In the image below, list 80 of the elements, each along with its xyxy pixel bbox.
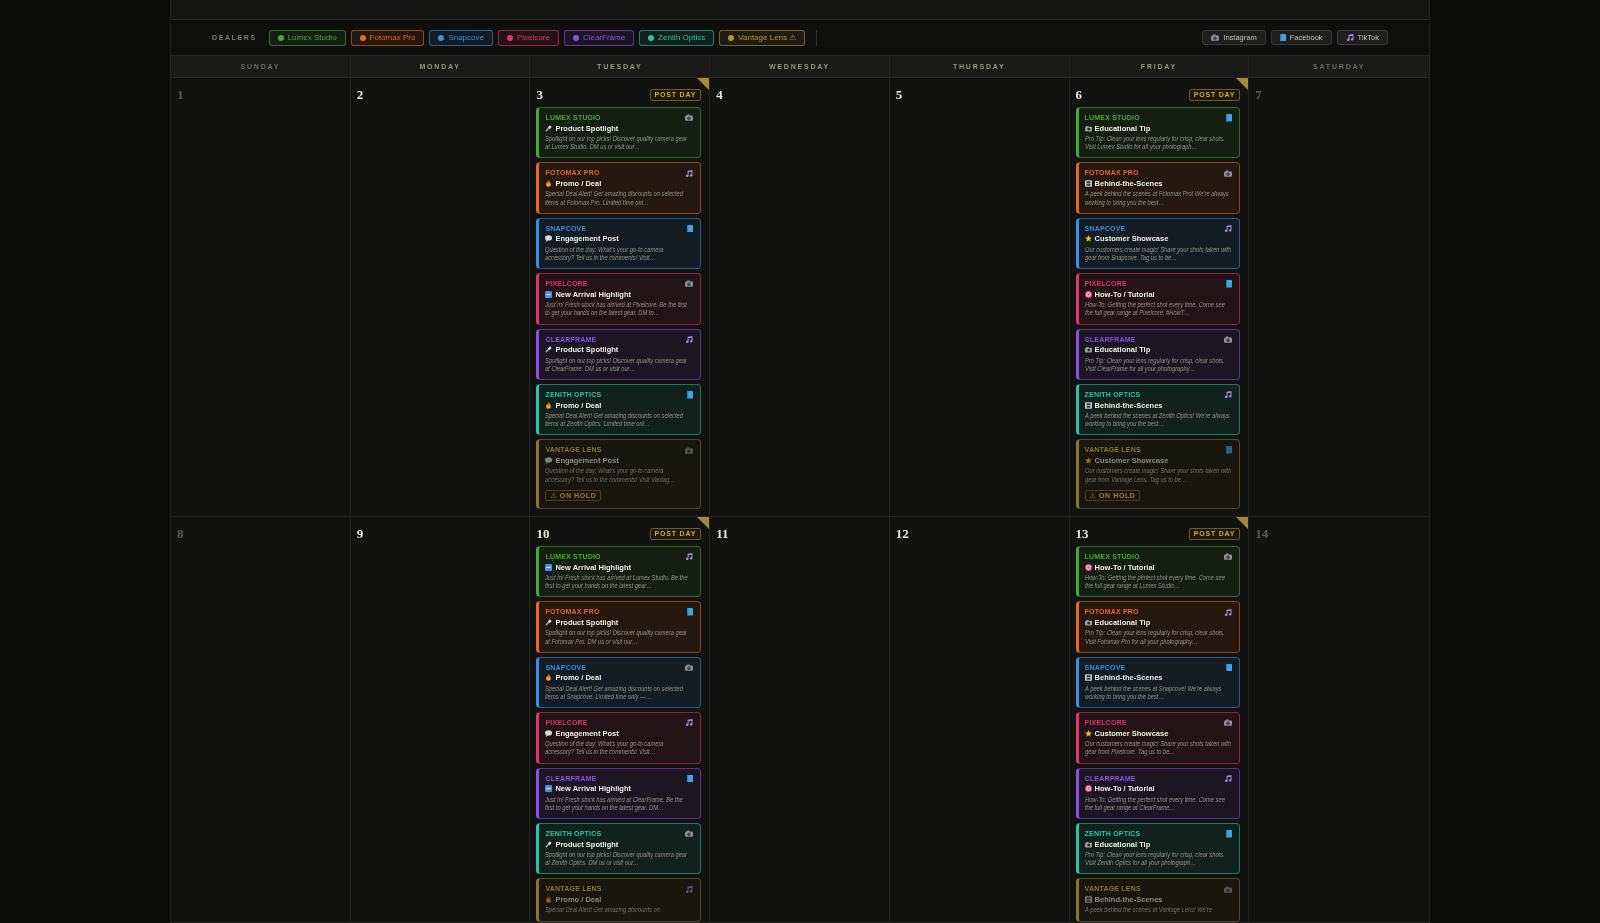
speech-bubble-icon <box>545 729 553 737</box>
book-icon <box>687 391 694 399</box>
book-icon <box>1226 830 1233 838</box>
day-number: 6 <box>1075 88 1083 102</box>
dealer-chip[interactable]: Vantage Lens ⚠ <box>719 29 806 46</box>
fire-icon <box>545 401 553 409</box>
music-note-icon <box>1224 391 1233 399</box>
flashlight-icon <box>545 618 553 626</box>
tile-icon <box>545 563 553 571</box>
day-number: 4 <box>716 88 723 102</box>
camera-icon <box>1084 840 1092 848</box>
tile-icon <box>545 290 553 298</box>
fire-icon <box>545 895 553 903</box>
music-note-icon <box>685 719 694 727</box>
star-icon <box>1084 456 1092 464</box>
book-icon <box>1279 33 1286 42</box>
dealer-chip[interactable]: Lumex Studio <box>268 29 346 46</box>
flashlight-icon <box>545 840 553 848</box>
camera-icon <box>1224 885 1233 893</box>
dealer-chip[interactable]: Snapcove <box>429 29 493 46</box>
target-icon <box>1084 563 1092 571</box>
camera-icon <box>1224 719 1233 727</box>
tile-icon <box>545 785 553 793</box>
film-icon <box>1084 179 1092 187</box>
day-number: 14 <box>1255 527 1269 541</box>
book-icon <box>687 774 694 783</box>
fire-icon <box>545 179 553 187</box>
day-number: 9 <box>356 527 364 541</box>
camera-icon <box>1084 346 1092 354</box>
star-icon <box>1084 235 1092 243</box>
day-number: 8 <box>177 527 184 541</box>
music-note-icon <box>1345 34 1354 41</box>
dealer-chip[interactable]: ClearFrame <box>563 29 635 46</box>
camera-icon <box>685 280 694 288</box>
dealer-chip[interactable]: Pixelcore <box>497 29 559 46</box>
day-number: 13 <box>1075 527 1089 541</box>
book-icon <box>687 224 694 233</box>
speech-bubble-icon <box>545 456 553 464</box>
camera-icon <box>685 446 694 454</box>
camera-icon <box>1224 553 1233 561</box>
fire-icon <box>545 674 553 682</box>
book-icon <box>1226 446 1233 454</box>
book-icon <box>1226 663 1233 672</box>
camera-icon <box>685 830 694 838</box>
camera-icon <box>1084 618 1092 626</box>
music-note-icon <box>685 553 694 561</box>
star-icon <box>1084 729 1092 737</box>
day-number: 11 <box>716 527 729 541</box>
speech-bubble-icon <box>545 235 553 243</box>
music-note-icon <box>1224 608 1233 616</box>
day-number: 7 <box>1255 88 1262 102</box>
book-icon <box>687 608 694 616</box>
music-note-icon <box>1224 774 1233 782</box>
target-icon <box>1084 290 1092 298</box>
day-number: 3 <box>536 88 543 102</box>
film-icon <box>1084 895 1092 903</box>
camera-icon <box>1084 124 1092 132</box>
camera-icon <box>685 114 694 122</box>
day-number: 5 <box>895 88 903 102</box>
dealer-chip[interactable]: Zenith Optics <box>639 29 715 46</box>
day-number: 12 <box>895 527 909 541</box>
camera-icon <box>685 664 694 672</box>
day-number: 10 <box>536 527 550 541</box>
dealer-chip[interactable]: Fotomax Pro <box>350 29 425 46</box>
music-note-icon <box>685 169 694 177</box>
day-number: 2 <box>356 88 364 102</box>
music-note-icon <box>685 885 694 893</box>
flashlight-icon <box>545 346 553 354</box>
camera-icon <box>1224 335 1233 343</box>
flashlight-icon <box>545 124 553 132</box>
music-note-icon <box>1224 225 1233 233</box>
day-number: 1 <box>177 88 184 102</box>
book-icon <box>1226 114 1233 122</box>
film-icon <box>1084 401 1092 409</box>
target-icon <box>1084 785 1092 793</box>
camera-icon <box>1211 34 1220 41</box>
camera-icon <box>1224 169 1233 177</box>
film-icon <box>1084 674 1092 682</box>
book-icon <box>1226 280 1233 288</box>
music-note-icon <box>685 335 694 343</box>
